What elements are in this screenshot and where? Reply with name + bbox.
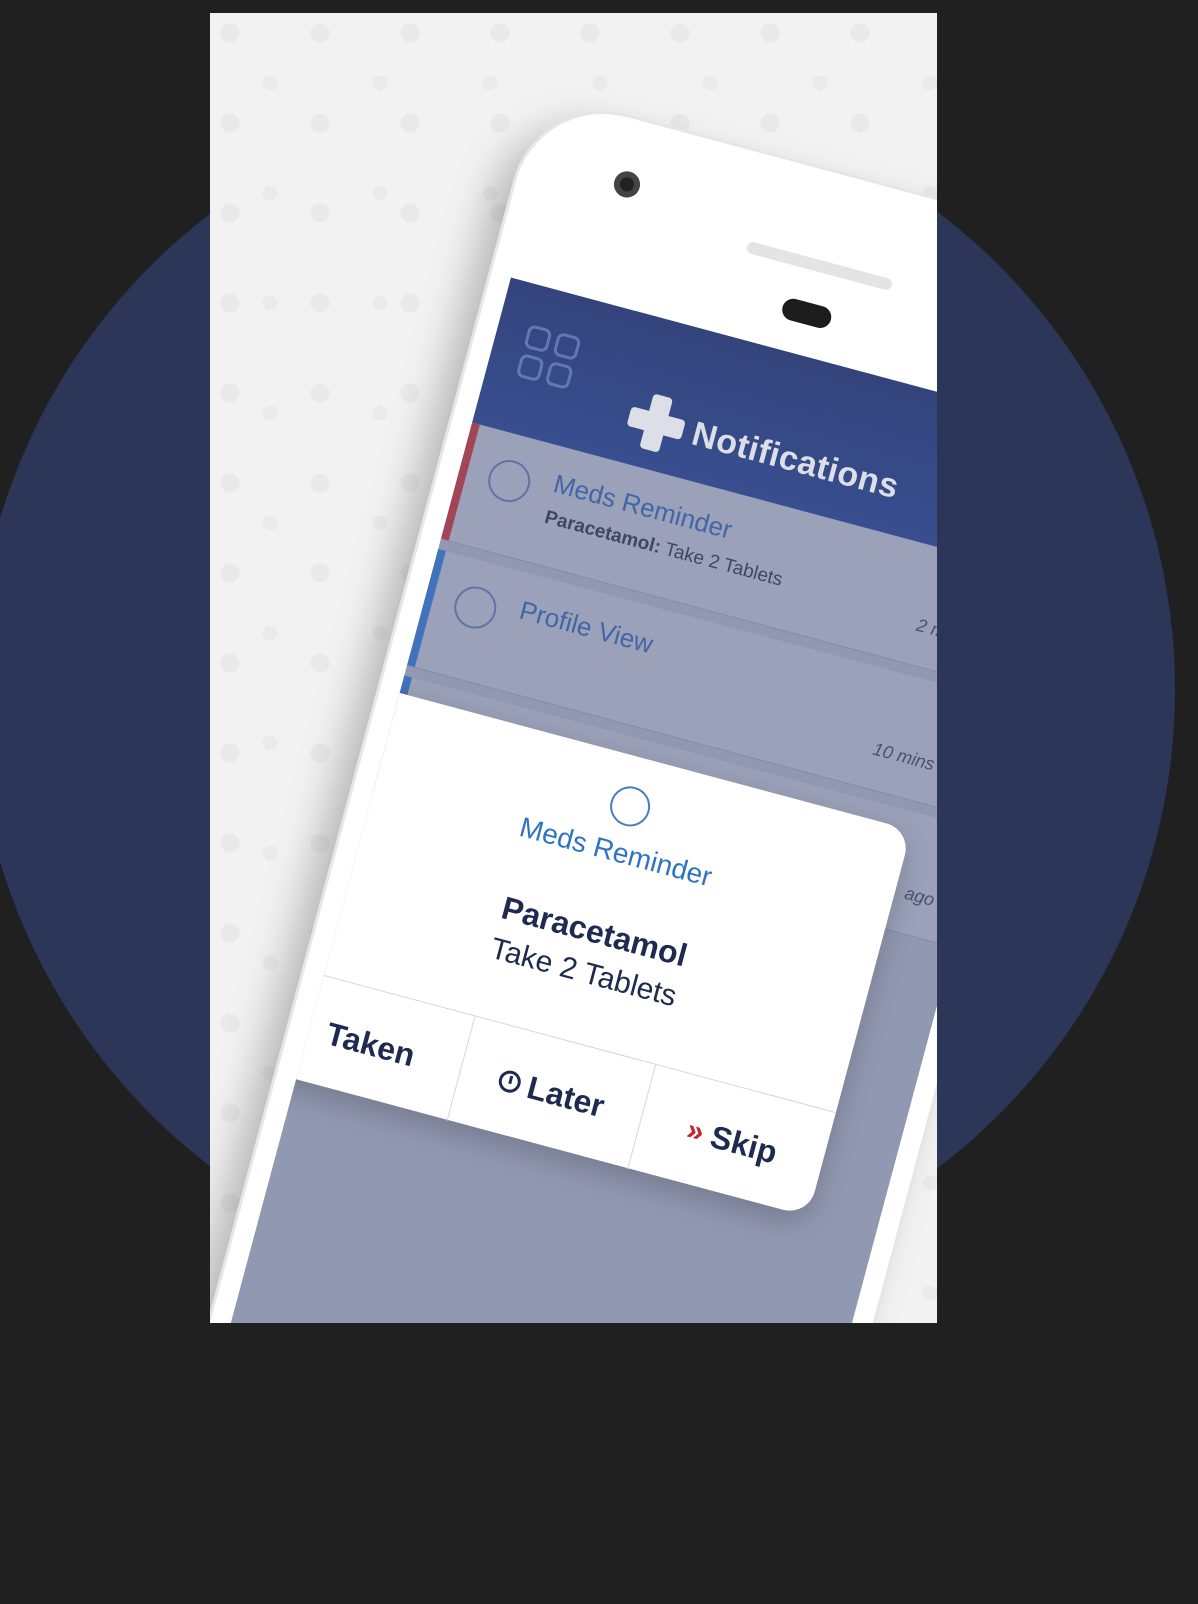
skip-label: Skip xyxy=(706,1117,782,1171)
speaker-grille xyxy=(745,240,894,292)
double-chevron-right-icon: » xyxy=(683,1112,708,1150)
proximity-sensor xyxy=(779,296,834,331)
app-screenshot: Notifications Meds Reminder Paracetamol:… xyxy=(210,13,937,1323)
later-label: Later xyxy=(523,1068,609,1124)
taken-label: Taken xyxy=(322,1014,419,1073)
front-camera xyxy=(611,168,643,201)
pill-clock-icon xyxy=(605,781,655,831)
clock-icon xyxy=(496,1068,524,1096)
